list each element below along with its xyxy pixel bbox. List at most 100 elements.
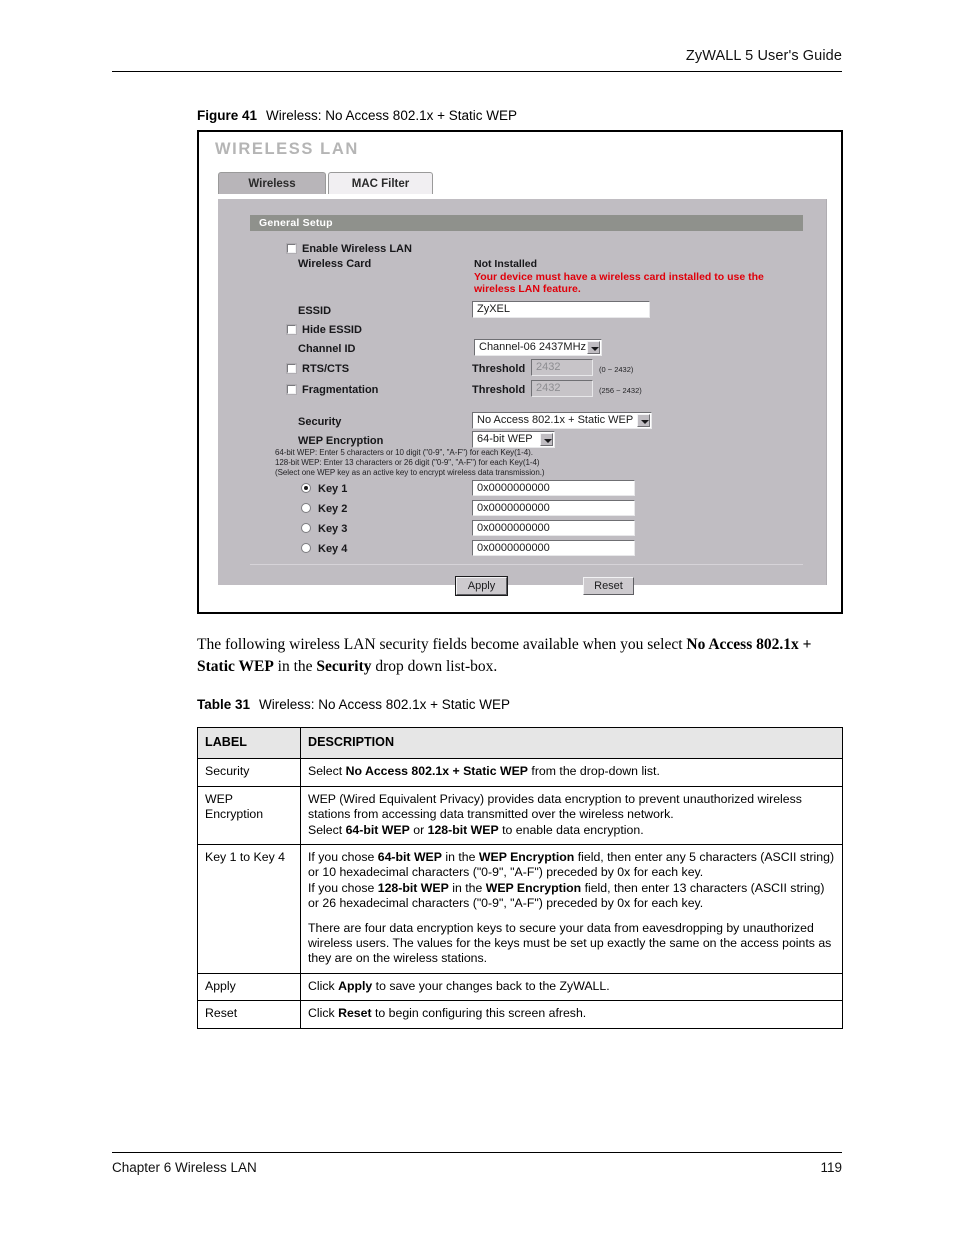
para-part-1: The following wireless LAN security fiel… — [197, 636, 687, 653]
chevron-down-icon[interactable] — [637, 414, 650, 427]
chevron-down-icon[interactable] — [587, 341, 600, 354]
footer-rule — [112, 1152, 842, 1153]
frag-threshold-label: Threshold — [472, 384, 526, 396]
key-4-row[interactable]: Key 4 — [301, 543, 347, 555]
radio-icon-key-3[interactable] — [301, 523, 311, 533]
security-selected-value: No Access 802.1x + Static WEP — [477, 414, 634, 426]
row-description: WEP (Wired Equivalent Privacy) provides … — [300, 785, 843, 846]
para-bold-2: Security — [316, 658, 372, 675]
channel-id-label: Channel ID — [298, 343, 356, 355]
description-table: LABEL DESCRIPTION Security Select No Acc… — [197, 726, 843, 1029]
rts-cts-row[interactable]: RTS/CTS — [287, 363, 349, 375]
essid-label: ESSID — [298, 305, 332, 317]
tab-bar: Wireless MAC Filter — [218, 172, 433, 194]
intro-paragraph: The following wireless LAN security fiel… — [197, 634, 847, 678]
enable-wireless-lan-label: Enable Wireless LAN — [302, 243, 412, 255]
figure-caption: Figure 41 Wireless: No Access 802.1x + St… — [197, 108, 517, 123]
key-2-input[interactable]: 0x0000000000 — [472, 500, 635, 516]
radio-icon-key-1[interactable] — [301, 483, 311, 493]
para-part-3: drop down list-box. — [371, 658, 498, 675]
checkbox-icon-enable-wireless-lan[interactable] — [287, 244, 296, 253]
frag-threshold-input[interactable]: 2432 — [531, 380, 593, 397]
row-label: Apply — [197, 972, 301, 1002]
rts-threshold-label: Threshold — [472, 363, 526, 375]
wep-help-line-1: 64-bit WEP: Enter 5 characters or 10 dig… — [275, 448, 533, 457]
row-label: Key 1 to Key 4 — [197, 844, 301, 974]
wireless-card-status: Not Installed — [474, 258, 538, 270]
column-header-description: DESCRIPTION — [300, 726, 843, 760]
essid-input[interactable]: ZyXEL — [472, 301, 650, 318]
table-number: Table 31 — [197, 697, 251, 712]
tab-wireless[interactable]: Wireless — [218, 172, 326, 194]
footer-page-number: 119 — [820, 1160, 842, 1175]
page-footer: Chapter 6 Wireless LAN 119 — [112, 1152, 842, 1175]
figure-title: Wireless: No Access 802.1x + Static WEP — [266, 108, 517, 123]
key-1-input[interactable]: 0x0000000000 — [472, 480, 635, 496]
table-caption: Table 31 Wireless: No Access 802.1x + Sta… — [197, 697, 510, 712]
wep-help-line-3: (Select one WEP key as an active key to … — [275, 468, 545, 477]
radio-icon-key-2[interactable] — [301, 503, 311, 513]
para-part-2: in the — [273, 658, 317, 675]
enable-wireless-lan-row[interactable]: Enable Wireless LAN — [287, 243, 412, 255]
row-description: Click Reset to begin configuring this sc… — [300, 1000, 843, 1029]
row-description: Click Apply to save your changes back to… — [300, 972, 843, 1002]
row-description: If you chose 64-bit WEP in the WEP Encry… — [300, 844, 843, 974]
row-label: WEP Encryption — [197, 785, 301, 846]
wireless-card-label: Wireless Card — [298, 258, 372, 270]
rts-threshold-input[interactable]: 2432 — [531, 359, 593, 376]
fragmentation-label: Fragmentation — [302, 384, 379, 396]
footer-chapter: Chapter 6 Wireless LAN — [112, 1160, 257, 1175]
rts-threshold-range: (0 ~ 2432) — [599, 365, 634, 374]
row-description: Select No Access 802.1x + Static WEP fro… — [300, 758, 843, 787]
table-body: Security Select No Access 802.1x + Stati… — [197, 758, 843, 1029]
reset-button[interactable]: Reset — [583, 577, 634, 595]
chevron-down-icon[interactable] — [540, 433, 553, 446]
key-3-row[interactable]: Key 3 — [301, 523, 347, 535]
fragmentation-row[interactable]: Fragmentation — [287, 384, 378, 396]
checkbox-icon-fragmentation[interactable] — [287, 385, 296, 394]
key-4-label: Key 4 — [318, 543, 348, 555]
wep-encryption-select[interactable]: 64-bit WEP — [472, 431, 555, 448]
row-label: Security — [197, 758, 301, 787]
key-1-row[interactable]: Key 1 — [301, 483, 347, 495]
channel-id-selected-value: Channel-06 2437MHz — [479, 341, 587, 353]
apply-button[interactable]: Apply — [455, 576, 508, 596]
frag-threshold-range: (256 ~ 2432) — [599, 386, 642, 395]
column-header-label: LABEL — [197, 726, 301, 760]
wireless-settings-panel: General Setup Enable Wireless LAN Wirele… — [218, 199, 827, 596]
security-select[interactable]: No Access 802.1x + Static WEP — [472, 412, 652, 429]
screenshot-figure: WIRELESS LAN Wireless MAC Filter General… — [197, 130, 843, 614]
wep-help-line-2: 128-bit WEP: Enter 13 characters or 26 d… — [275, 458, 540, 467]
wep-encryption-label: WEP Encryption — [298, 435, 384, 447]
table-row: Security Select No Access 802.1x + Stati… — [197, 758, 843, 787]
key-2-row[interactable]: Key 2 — [301, 503, 347, 515]
checkbox-icon-rts-cts[interactable] — [287, 364, 296, 373]
key-1-label: Key 1 — [318, 483, 348, 495]
key-3-label: Key 3 — [318, 523, 348, 535]
wep-encryption-selected-value: 64-bit WEP — [477, 433, 533, 445]
key-4-input[interactable]: 0x0000000000 — [472, 540, 635, 556]
header-rule — [112, 71, 842, 72]
wireless-card-warning-line-2: wireless LAN feature. — [474, 283, 581, 295]
form-divider — [250, 564, 803, 565]
table-row: Reset Click Reset to begin configuring t… — [197, 1000, 843, 1029]
hide-essid-label: Hide ESSID — [302, 324, 362, 336]
page-header: ZyWALL 5 User's Guide — [112, 48, 842, 72]
key-3-input[interactable]: 0x0000000000 — [472, 520, 635, 536]
page-title: WIRELESS LAN — [215, 140, 359, 158]
table-row: Key 1 to Key 4 If you chose 64-bit WEP i… — [197, 844, 843, 974]
row-label: Reset — [197, 1000, 301, 1029]
figure-number: Figure 41 — [197, 108, 258, 123]
section-header-general-setup: General Setup — [250, 215, 803, 231]
wireless-card-warning-line-1: Your device must have a wireless card in… — [474, 271, 764, 283]
tab-mac-filter[interactable]: MAC Filter — [328, 172, 433, 194]
rts-cts-label: RTS/CTS — [302, 363, 350, 375]
checkbox-icon-hide-essid[interactable] — [287, 325, 296, 334]
radio-icon-key-4[interactable] — [301, 543, 311, 553]
table-row: WEP Encryption WEP (Wired Equivalent Pri… — [197, 785, 843, 846]
key-2-label: Key 2 — [318, 503, 348, 515]
guide-title: ZyWALL 5 User's Guide — [685, 48, 842, 64]
hide-essid-row[interactable]: Hide ESSID — [287, 324, 362, 336]
table-header-row: LABEL DESCRIPTION — [197, 726, 843, 760]
channel-id-select[interactable]: Channel-06 2437MHz — [474, 339, 602, 356]
